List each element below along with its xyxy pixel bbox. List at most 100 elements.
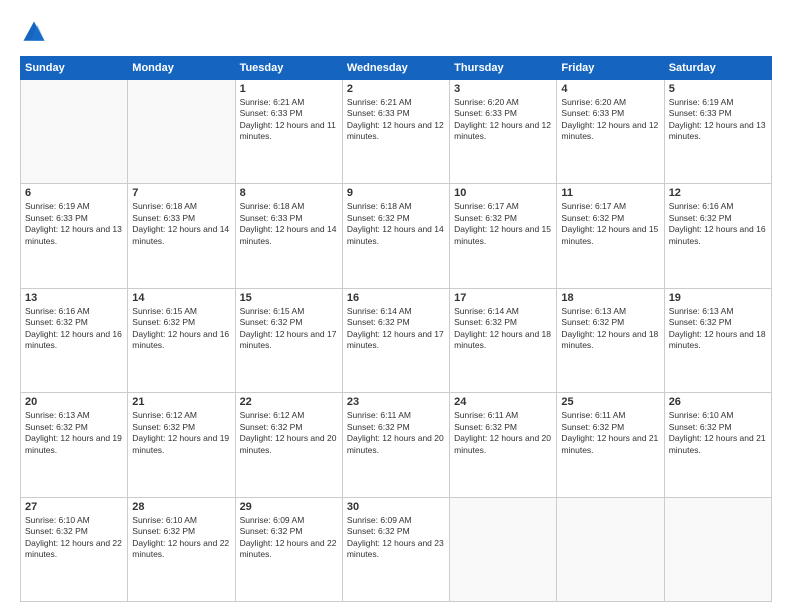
calendar-cell: 9 Sunrise: 6:18 AM Sunset: 6:32 PM Daylig…: [342, 184, 449, 288]
header-saturday: Saturday: [664, 57, 771, 80]
calendar-cell: 30Sunrise: 6:09 AM Sunset: 6:32 PM Dayli…: [342, 497, 449, 601]
calendar-cell: [128, 80, 235, 184]
day-info: Sunrise: 6:21 AM Sunset: 6:33 PM Dayligh…: [347, 97, 445, 143]
day-number: 11: [561, 187, 659, 199]
day-info: Sunrise: 6:10 AM Sunset: 6:32 PM Dayligh…: [132, 515, 230, 561]
header: [20, 18, 772, 46]
calendar-cell: 15 Sunrise: 6:15 AM Sunset: 6:32 PM Dayli…: [235, 288, 342, 392]
day-info: Sunrise: 6:18 AM Sunset: 6:33 PM Dayligh…: [240, 201, 338, 247]
day-number: 10: [454, 187, 552, 199]
calendar-cell: 27Sunrise: 6:10 AM Sunset: 6:32 PM Dayli…: [21, 497, 128, 601]
calendar-week-0: 1 Sunrise: 6:21 AM Sunset: 6:33 PM Daylig…: [21, 80, 772, 184]
header-wednesday: Wednesday: [342, 57, 449, 80]
logo-icon: [20, 18, 48, 46]
day-number: 26: [669, 396, 767, 408]
day-info: Sunrise: 6:20 AM Sunset: 6:33 PM Dayligh…: [561, 97, 659, 143]
day-info: Sunrise: 6:18 AM Sunset: 6:32 PM Dayligh…: [347, 201, 445, 247]
calendar-cell: 29 Sunrise: 6:09 AM Sunset: 6:32 PM Dayli…: [235, 497, 342, 601]
day-number: 3: [454, 83, 552, 95]
day-info: Sunrise: 6:09 AM Sunset: 6:32 PM Dayligh…: [240, 515, 338, 561]
day-number: 23: [347, 396, 445, 408]
day-number: 18: [561, 292, 659, 304]
day-number: 14: [132, 292, 230, 304]
calendar-cell: 24 Sunrise: 6:11 AM Sunset: 6:32 PM Dayli…: [450, 393, 557, 497]
header-friday: Friday: [557, 57, 664, 80]
calendar-cell: 10 Sunrise: 6:17 AM Sunset: 6:32 PM Dayli…: [450, 184, 557, 288]
calendar-week-2: 13Sunrise: 6:16 AM Sunset: 6:32 PM Dayli…: [21, 288, 772, 392]
calendar-cell: [664, 497, 771, 601]
day-number: 5: [669, 83, 767, 95]
calendar-cell: 16 Sunrise: 6:14 AM Sunset: 6:32 PM Dayli…: [342, 288, 449, 392]
calendar-cell: 19 Sunrise: 6:13 AM Sunset: 6:32 PM Dayli…: [664, 288, 771, 392]
day-number: 9: [347, 187, 445, 199]
day-number: 30: [347, 501, 445, 513]
day-number: 29: [240, 501, 338, 513]
calendar-cell: 8 Sunrise: 6:18 AM Sunset: 6:33 PM Daylig…: [235, 184, 342, 288]
day-info: Sunrise: 6:17 AM Sunset: 6:32 PM Dayligh…: [561, 201, 659, 247]
day-info: Sunrise: 6:17 AM Sunset: 6:32 PM Dayligh…: [454, 201, 552, 247]
day-info: Sunrise: 6:16 AM Sunset: 6:32 PM Dayligh…: [669, 201, 767, 247]
calendar-cell: 22Sunrise: 6:12 AM Sunset: 6:32 PM Dayli…: [235, 393, 342, 497]
calendar-cell: 20 Sunrise: 6:13 AM Sunset: 6:32 PM Dayli…: [21, 393, 128, 497]
day-number: 8: [240, 187, 338, 199]
day-info: Sunrise: 6:12 AM Sunset: 6:32 PM Dayligh…: [240, 410, 338, 456]
calendar-cell: [557, 497, 664, 601]
day-info: Sunrise: 6:13 AM Sunset: 6:32 PM Dayligh…: [25, 410, 123, 456]
page: SundayMondayTuesdayWednesdayThursdayFrid…: [0, 0, 792, 612]
day-info: Sunrise: 6:14 AM Sunset: 6:32 PM Dayligh…: [347, 306, 445, 352]
calendar-cell: 5 Sunrise: 6:19 AM Sunset: 6:33 PM Daylig…: [664, 80, 771, 184]
calendar-cell: 12 Sunrise: 6:16 AM Sunset: 6:32 PM Dayli…: [664, 184, 771, 288]
day-info: Sunrise: 6:16 AM Sunset: 6:32 PM Dayligh…: [25, 306, 123, 352]
calendar-cell: [21, 80, 128, 184]
calendar-cell: 23 Sunrise: 6:11 AM Sunset: 6:32 PM Dayli…: [342, 393, 449, 497]
day-info: Sunrise: 6:18 AM Sunset: 6:33 PM Dayligh…: [132, 201, 230, 247]
calendar-week-3: 20 Sunrise: 6:13 AM Sunset: 6:32 PM Dayli…: [21, 393, 772, 497]
day-info: Sunrise: 6:19 AM Sunset: 6:33 PM Dayligh…: [669, 97, 767, 143]
calendar-cell: 14Sunrise: 6:15 AM Sunset: 6:32 PM Dayli…: [128, 288, 235, 392]
day-number: 15: [240, 292, 338, 304]
day-info: Sunrise: 6:13 AM Sunset: 6:32 PM Dayligh…: [561, 306, 659, 352]
calendar-cell: 17 Sunrise: 6:14 AM Sunset: 6:32 PM Dayli…: [450, 288, 557, 392]
calendar-cell: 7Sunrise: 6:18 AM Sunset: 6:33 PM Daylig…: [128, 184, 235, 288]
day-number: 27: [25, 501, 123, 513]
day-number: 28: [132, 501, 230, 513]
calendar-cell: 1 Sunrise: 6:21 AM Sunset: 6:33 PM Daylig…: [235, 80, 342, 184]
day-info: Sunrise: 6:14 AM Sunset: 6:32 PM Dayligh…: [454, 306, 552, 352]
calendar-cell: 28 Sunrise: 6:10 AM Sunset: 6:32 PM Dayli…: [128, 497, 235, 601]
calendar-cell: 11 Sunrise: 6:17 AM Sunset: 6:32 PM Dayli…: [557, 184, 664, 288]
day-number: 12: [669, 187, 767, 199]
day-number: 20: [25, 396, 123, 408]
header-tuesday: Tuesday: [235, 57, 342, 80]
day-number: 25: [561, 396, 659, 408]
calendar-cell: 18 Sunrise: 6:13 AM Sunset: 6:32 PM Dayli…: [557, 288, 664, 392]
day-info: Sunrise: 6:15 AM Sunset: 6:32 PM Dayligh…: [240, 306, 338, 352]
day-info: Sunrise: 6:13 AM Sunset: 6:32 PM Dayligh…: [669, 306, 767, 352]
day-number: 16: [347, 292, 445, 304]
calendar-week-1: 6Sunrise: 6:19 AM Sunset: 6:33 PM Daylig…: [21, 184, 772, 288]
day-info: Sunrise: 6:11 AM Sunset: 6:32 PM Dayligh…: [347, 410, 445, 456]
calendar-week-4: 27 Sunrise: 6:10 AM Sunset: 6:32 PM Dayli…: [21, 497, 772, 601]
calendar-table: SundayMondayTuesdayWednesdayThursdayFrid…: [20, 56, 772, 602]
calendar-cell: 25Sunrise: 6:11 AM Sunset: 6:32 PM Dayli…: [557, 393, 664, 497]
calendar-cell: [450, 497, 557, 601]
day-number: 19: [669, 292, 767, 304]
logo: [20, 18, 52, 46]
calendar-cell: 26 Sunrise: 6:10 AM Sunset: 6:32 PM Dayli…: [664, 393, 771, 497]
day-info: Sunrise: 6:11 AM Sunset: 6:32 PM Dayligh…: [454, 410, 552, 456]
calendar-cell: 21Sunrise: 6:12 AM Sunset: 6:32 PM Dayli…: [128, 393, 235, 497]
calendar-cell: 13Sunrise: 6:16 AM Sunset: 6:32 PM Dayli…: [21, 288, 128, 392]
day-info: Sunrise: 6:20 AM Sunset: 6:33 PM Dayligh…: [454, 97, 552, 143]
day-number: 1: [240, 83, 338, 95]
day-number: 21: [132, 396, 230, 408]
day-number: 17: [454, 292, 552, 304]
day-number: 6: [25, 187, 123, 199]
calendar-header-row: SundayMondayTuesdayWednesdayThursdayFrid…: [21, 57, 772, 80]
header-monday: Monday: [128, 57, 235, 80]
day-number: 2: [347, 83, 445, 95]
day-number: 24: [454, 396, 552, 408]
header-thursday: Thursday: [450, 57, 557, 80]
day-number: 4: [561, 83, 659, 95]
header-sunday: Sunday: [21, 57, 128, 80]
day-info: Sunrise: 6:21 AM Sunset: 6:33 PM Dayligh…: [240, 97, 338, 143]
day-info: Sunrise: 6:10 AM Sunset: 6:32 PM Dayligh…: [669, 410, 767, 456]
